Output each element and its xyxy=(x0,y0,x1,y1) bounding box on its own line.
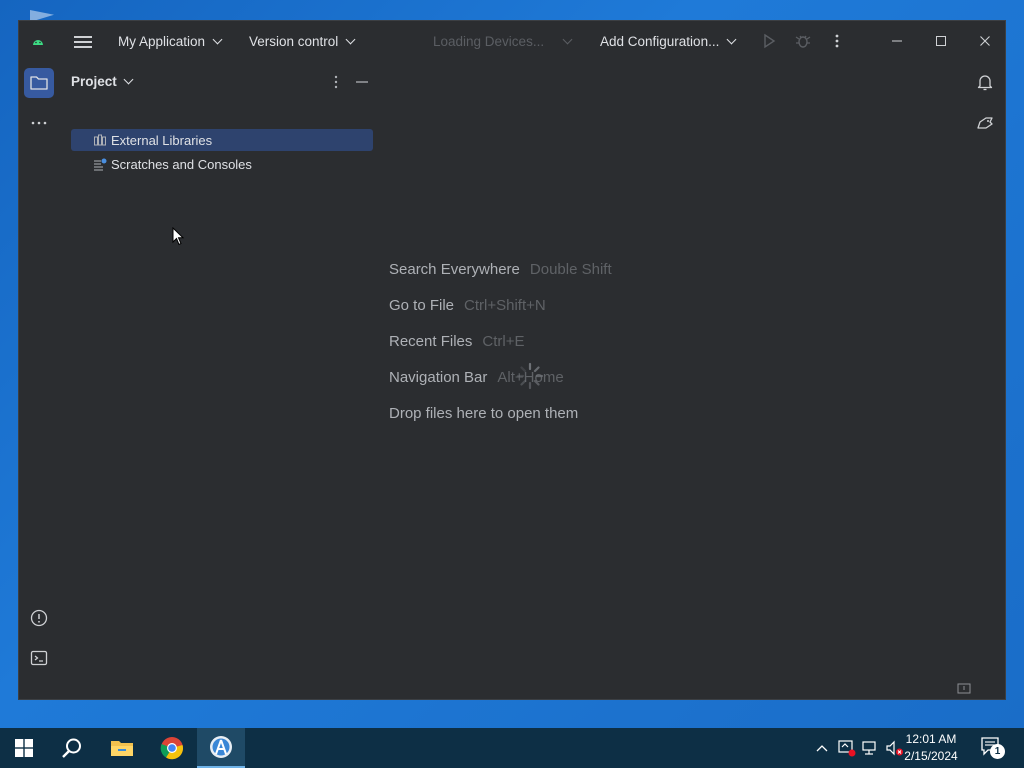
clock-time: 12:01 AM xyxy=(905,732,957,746)
library-icon xyxy=(94,134,106,146)
terminal-icon xyxy=(30,650,48,666)
hint-drop-files: Drop files here to open them xyxy=(389,405,578,422)
ide-window: My Application Version control Loading D… xyxy=(18,20,1006,700)
left-tool-strip xyxy=(19,61,59,699)
action-center-button[interactable]: 1 xyxy=(980,736,1006,760)
taskbar-search-button[interactable] xyxy=(48,728,96,768)
search-icon xyxy=(62,738,81,758)
taskbar-chrome[interactable] xyxy=(148,728,196,768)
vcs-menu[interactable]: Version control xyxy=(249,21,356,61)
hint-shortcut: Double Shift xyxy=(529,261,612,278)
project-tool-button[interactable] xyxy=(24,68,54,98)
project-menu-label: My Application xyxy=(118,33,206,49)
panel-options-icon[interactable] xyxy=(329,74,343,90)
network-tray-icon[interactable] xyxy=(862,739,880,757)
android-icon xyxy=(33,40,43,45)
file-explorer-icon xyxy=(111,741,133,756)
loading-spinner-icon xyxy=(516,362,544,390)
project-panel: Project External Libraries Scratches and xyxy=(59,61,379,699)
run-config-selector[interactable]: Add Configuration... xyxy=(600,21,737,61)
security-tray-icon[interactable] xyxy=(838,739,856,757)
taskbar-android-studio[interactable] xyxy=(197,728,245,768)
hide-panel-icon[interactable] xyxy=(355,74,369,90)
chevron-down-icon xyxy=(212,34,223,44)
main-menu-button[interactable] xyxy=(74,33,92,49)
tree-item-label: Scratches and Consoles xyxy=(111,156,252,172)
project-panel-title[interactable]: Project xyxy=(71,74,134,89)
minimize-icon[interactable] xyxy=(887,31,907,51)
clock-date: 2/15/2024 xyxy=(904,749,958,763)
tree-item-label: External Libraries xyxy=(111,132,213,148)
hint-shortcut: Ctrl+E xyxy=(482,333,525,350)
taskbar: 12:01 AM 2/15/2024 1 xyxy=(0,728,1024,768)
taskbar-clock[interactable]: 12:01 AM 2/15/2024 xyxy=(896,731,966,765)
close-icon[interactable] xyxy=(975,31,995,51)
tree-item-scratches[interactable]: Scratches and Consoles xyxy=(71,153,373,175)
chevron-down-icon xyxy=(726,34,737,44)
more-actions-icon[interactable] xyxy=(827,31,847,51)
folder-icon xyxy=(30,76,48,90)
hint-label: Search Everywhere xyxy=(389,261,520,278)
right-tool-strip xyxy=(965,61,1005,699)
problems-tool-button[interactable] xyxy=(24,603,54,633)
more-tools-button[interactable] xyxy=(24,108,54,138)
problems-icon xyxy=(30,609,48,627)
mouse-cursor-icon xyxy=(172,227,185,246)
windows-logo-icon xyxy=(15,739,33,757)
chrome-icon xyxy=(160,737,184,760)
taskbar-file-explorer[interactable] xyxy=(98,728,146,768)
hint-label: Navigation Bar xyxy=(389,369,488,386)
device-selector[interactable]: Loading Devices... xyxy=(433,21,573,61)
scratches-icon xyxy=(94,158,107,171)
project-menu[interactable]: My Application xyxy=(118,21,223,61)
android-studio-icon xyxy=(210,736,232,758)
project-panel-header: Project xyxy=(59,61,379,105)
terminal-tool-button[interactable] xyxy=(24,643,54,673)
tree-item-external-libraries[interactable]: External Libraries xyxy=(71,129,373,151)
hint-shortcut: Ctrl+Shift+N xyxy=(464,297,546,314)
vcs-menu-label: Version control xyxy=(249,33,339,49)
tray-overflow-chevron-icon[interactable] xyxy=(815,741,829,755)
hint-label: Go to File xyxy=(389,297,455,314)
project-panel-title-label: Project xyxy=(71,74,117,89)
notification-count-badge: 1 xyxy=(990,744,1005,759)
maximize-icon[interactable] xyxy=(931,31,951,51)
chevron-down-icon xyxy=(345,34,356,44)
notifications-bell-icon[interactable] xyxy=(975,72,995,92)
hint-recent-files: Recent Files Ctrl+E xyxy=(389,333,524,350)
device-selector-label: Loading Devices... xyxy=(433,33,545,49)
run-config-label: Add Configuration... xyxy=(600,33,720,49)
debug-icon[interactable] xyxy=(793,31,813,51)
chevron-down-icon xyxy=(562,34,573,44)
hint-search-everywhere: Search Everywhere Double Shift xyxy=(389,261,612,278)
start-button[interactable] xyxy=(0,728,48,768)
title-bar: My Application Version control Loading D… xyxy=(19,21,1005,61)
run-icon[interactable] xyxy=(759,31,779,51)
hint-label: Drop files here to open them xyxy=(389,405,579,422)
ellipsis-icon xyxy=(31,121,47,125)
status-bar-widget-icon[interactable] xyxy=(957,683,971,695)
gemini-assistant-icon[interactable] xyxy=(975,113,995,133)
hint-label: Recent Files xyxy=(389,333,473,350)
chevron-down-icon xyxy=(123,74,134,85)
editor-empty-area: Search Everywhere Double Shift Go to File… xyxy=(379,61,965,699)
hint-go-to-file: Go to File Ctrl+Shift+N xyxy=(389,297,546,314)
